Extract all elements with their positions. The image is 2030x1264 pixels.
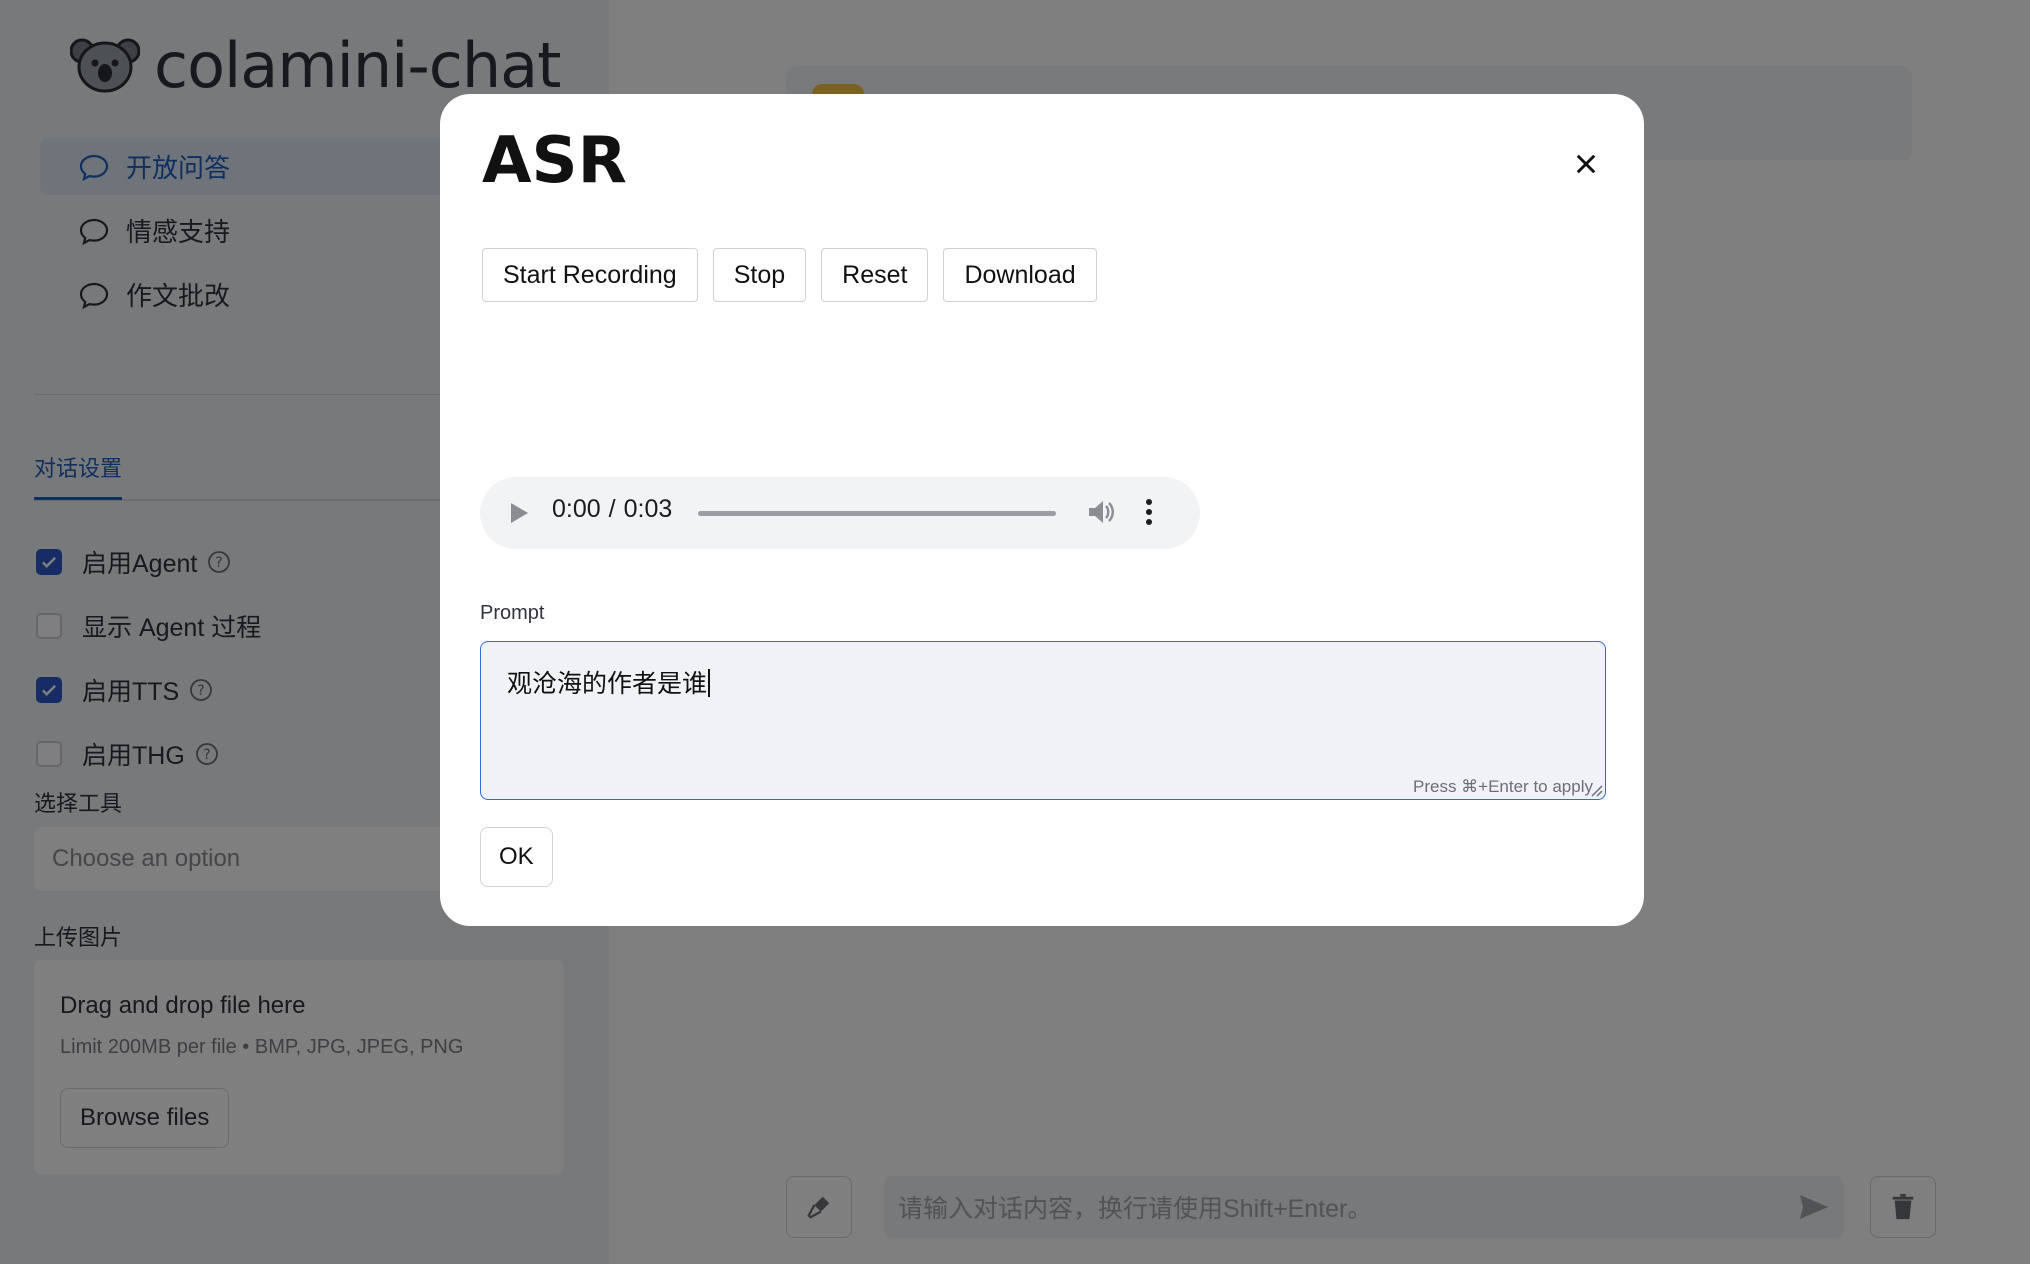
resize-handle-icon[interactable] bbox=[1589, 783, 1603, 797]
volume-icon[interactable] bbox=[1086, 497, 1116, 527]
prompt-label: Prompt bbox=[480, 602, 545, 624]
audio-time-separator: / bbox=[608, 495, 616, 523]
recording-controls: Start Recording Stop Reset Download bbox=[482, 248, 1097, 302]
prompt-text: 观沧海的作者是谁 bbox=[507, 670, 708, 698]
asr-dialog: ASR Start Recording Stop Reset Download … bbox=[440, 94, 1644, 926]
audio-progress-track[interactable] bbox=[698, 511, 1056, 516]
text-caret bbox=[708, 669, 711, 697]
audio-duration: 0:03 bbox=[623, 495, 673, 523]
dialog-title: ASR bbox=[482, 124, 627, 198]
play-icon[interactable] bbox=[508, 501, 530, 525]
reset-button[interactable]: Reset bbox=[821, 248, 929, 302]
prompt-hint: Press ⌘+Enter to apply bbox=[1412, 777, 1593, 796]
audio-current-time: 0:00 bbox=[552, 495, 601, 523]
close-icon bbox=[1576, 154, 1596, 174]
stop-button[interactable]: Stop bbox=[712, 248, 807, 302]
prompt-textarea[interactable]: 观沧海的作者是谁 Press ⌘+Enter to apply bbox=[480, 641, 1606, 800]
ok-button[interactable]: OK bbox=[480, 827, 553, 887]
audio-time: 0:00 / 0:03 bbox=[552, 495, 672, 524]
more-options-icon[interactable] bbox=[1144, 497, 1154, 527]
download-button[interactable]: Download bbox=[943, 248, 1097, 302]
audio-player: 0:00 / 0:03 bbox=[480, 477, 1200, 549]
close-button[interactable] bbox=[1570, 148, 1602, 180]
start-recording-button[interactable]: Start Recording bbox=[482, 248, 698, 302]
